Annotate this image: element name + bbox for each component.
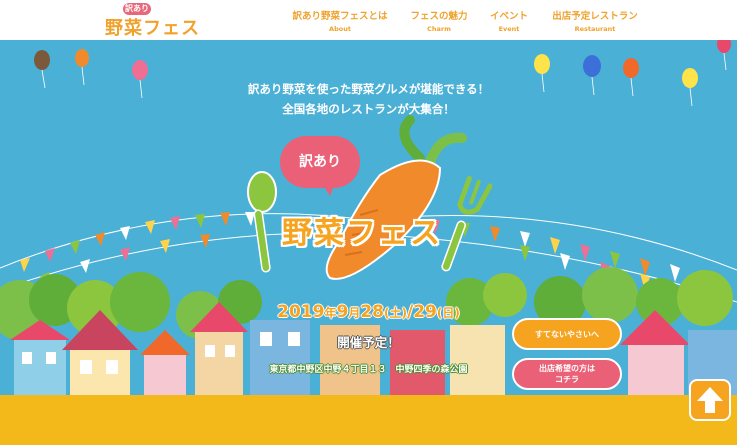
nav-label: 出店予定レストラン bbox=[552, 11, 638, 22]
nav-item-charm[interactable]: フェスの魅力 Charm bbox=[407, 8, 471, 33]
hero-title-block: 訳あり 野菜フェス bbox=[250, 128, 500, 318]
back-to-top-button[interactable] bbox=[689, 379, 731, 421]
site-header: 訳あり 野菜フェス 訳あり野菜フェスとは About フェスの魅力 Charm … bbox=[0, 0, 737, 40]
nav-label: フェスの魅力 bbox=[410, 11, 468, 22]
date-day1: 28 bbox=[360, 302, 384, 322]
nav-label: 訳あり野菜フェスとは bbox=[292, 11, 388, 22]
nav-item-event[interactable]: イベント Event bbox=[487, 8, 531, 33]
arrow-up-icon bbox=[697, 387, 723, 413]
nav-sublabel: Event bbox=[498, 25, 520, 33]
ground-strip bbox=[0, 395, 737, 445]
hero-section: 訳あり野菜を使った野菜グルメが堪能できる！ 全国各地のレストランが大集合！ 訳あ… bbox=[0, 40, 737, 445]
date-day2: 29 bbox=[413, 302, 437, 322]
cta-sutenai-yasai-button[interactable]: すてないやさいへ bbox=[512, 318, 622, 350]
nav-sublabel: About bbox=[329, 25, 351, 33]
date-year: 2019 bbox=[277, 302, 325, 322]
date-year-suffix: 年 bbox=[324, 306, 337, 320]
date-dow2: (日) bbox=[436, 306, 460, 320]
date-month: 9 bbox=[336, 302, 349, 322]
nav-sublabel: Restaurant bbox=[574, 25, 616, 33]
lead-text-1: 訳あり野菜を使った野菜グルメが堪能できる！ bbox=[247, 82, 490, 96]
main-nav: 訳あり野菜フェスとは About フェスの魅力 Charm イベント Event… bbox=[0, 8, 737, 34]
cta-apply-vendor-button[interactable]: 出店希望の方は コチラ bbox=[512, 358, 622, 390]
date-dow1: (土) bbox=[384, 306, 407, 320]
speech-bubble-tail bbox=[320, 180, 336, 196]
lead-text-2: 全国各地のレストランが大集合！ bbox=[282, 102, 455, 116]
nav-label: イベント bbox=[489, 11, 528, 22]
nav-sublabel: Charm bbox=[427, 25, 451, 33]
event-date: 2019年9月28(土)/29(日) bbox=[0, 302, 737, 322]
cta-label: すてないやさいへ bbox=[534, 329, 600, 339]
nav-item-about[interactable]: 訳あり野菜フェスとは About bbox=[290, 8, 390, 33]
nav-item-restaurant[interactable]: 出店予定レストラン Restaurant bbox=[545, 8, 645, 33]
cta-label-line1: 出店希望の方は bbox=[539, 364, 595, 373]
event-plan: 開催予定！ bbox=[337, 335, 400, 350]
main-title: 野菜フェス bbox=[282, 216, 442, 251]
cta-label-line2: コチラ bbox=[555, 375, 579, 384]
date-month-suffix: 月 bbox=[348, 306, 361, 320]
event-address: 東京都中野区中野４丁目１３ 中野四季の森公園 bbox=[269, 365, 468, 375]
